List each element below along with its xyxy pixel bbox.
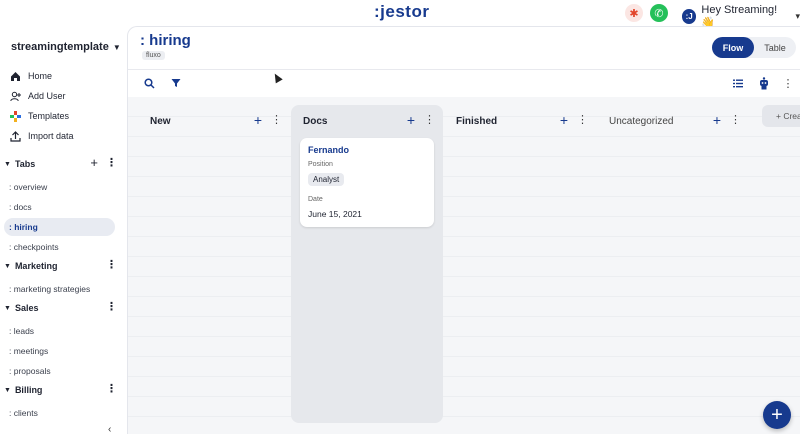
sidebar-item-checkpoints[interactable]: : checkpoints — [4, 238, 115, 256]
date-value: June 15, 2021 — [308, 209, 362, 219]
caret-down-icon: ▼ — [4, 262, 11, 270]
sidebar-item-meetings[interactable]: : meetings — [4, 342, 115, 360]
whatsapp-icon[interactable]: ✆ — [650, 4, 668, 22]
section-marketing[interactable]: ▼ Marketing ⋮ — [4, 258, 122, 274]
home-icon — [10, 71, 21, 82]
section-sales[interactable]: ▼ Sales ⋮ — [4, 300, 122, 316]
position-value: Analyst — [308, 173, 345, 186]
import-icon — [10, 130, 21, 142]
column-finished: Finished + ⋮ — [444, 105, 596, 423]
sidebar-item-marketing-strategies[interactable]: : marketing strategies — [4, 280, 115, 298]
page-title: : hiring — [140, 32, 191, 49]
collapse-sidebar-icon[interactable]: ‹ — [108, 424, 111, 434]
add-card-button[interactable]: + — [407, 113, 415, 127]
caret-down-icon: ▼ — [4, 386, 11, 394]
top-bar: :jestor ✱ ✆ :J Hey Streaming! 👋 ▾ — [0, 0, 800, 29]
sidebar-item-hiring[interactable]: : hiring — [4, 218, 115, 236]
chevron-down-icon: ▾ — [795, 11, 800, 21]
help-icon[interactable]: ✱ — [625, 4, 643, 22]
workspace-selector[interactable]: streamingtemplate ▼ — [11, 41, 121, 53]
view-toggle: Flow Table — [712, 37, 796, 58]
column-title: Finished — [456, 116, 498, 127]
column-options-icon[interactable]: ⋮ — [424, 113, 435, 127]
add-user-icon — [10, 91, 21, 102]
page-tag: fluxo — [142, 51, 165, 60]
list-view-icon[interactable] — [731, 76, 745, 90]
create-column-button[interactable]: + Crea — [762, 105, 800, 127]
add-card-button[interactable]: + — [713, 113, 721, 127]
sidebar-item-proposals[interactable]: : proposals — [4, 362, 115, 380]
sidebar: streamingtemplate ▼ Home Add User Templa… — [0, 26, 127, 434]
sidebar-item-add-user[interactable]: Add User — [10, 87, 66, 105]
section-billing[interactable]: ▼ Billing ⋮ — [4, 382, 122, 398]
column-docs: Docs + ⋮ Fernando Position Analyst Date … — [291, 105, 443, 423]
templates-icon — [10, 110, 21, 122]
sidebar-item-templates[interactable]: Templates — [10, 107, 69, 125]
sidebar-item-label: Templates — [28, 111, 70, 121]
add-record-fab[interactable]: + — [763, 401, 791, 429]
automation-robot-icon[interactable] — [757, 76, 771, 90]
chevron-down-icon: ▼ — [112, 42, 121, 52]
more-options-icon[interactable]: ⋮ — [106, 300, 117, 314]
search-icon[interactable] — [142, 76, 156, 90]
more-options-icon[interactable]: ⋮ — [781, 76, 795, 90]
column-title: Docs — [303, 116, 328, 127]
add-card-button[interactable]: + — [254, 113, 262, 127]
workspace-name: streamingtemplate — [11, 41, 109, 53]
column-options-icon[interactable]: ⋮ — [577, 113, 588, 127]
section-tabs[interactable]: ▼ Tabs + ⋮ — [4, 156, 122, 172]
sidebar-item-clients[interactable]: : clients — [4, 404, 115, 422]
main-panel: : hiring fluxo Flow Table ⋮ New + ⋮ Docs… — [127, 26, 800, 434]
view-flow-button[interactable]: Flow — [712, 37, 754, 58]
sidebar-item-import-data[interactable]: Import data — [10, 127, 74, 145]
column-title: New — [150, 116, 171, 127]
jestor-logo[interactable]: :jestor — [374, 2, 429, 22]
sidebar-item-leads[interactable]: : leads — [4, 322, 115, 340]
sidebar-item-home[interactable]: Home — [10, 67, 52, 85]
more-options-icon[interactable]: ⋮ — [106, 258, 117, 272]
avatar: :J — [682, 9, 697, 24]
section-label: Sales — [14, 303, 39, 313]
divider — [128, 69, 800, 70]
date-label: Date — [308, 196, 323, 203]
caret-down-icon: ▼ — [4, 304, 11, 312]
column-uncategorized: Uncategorized + ⋮ — [597, 105, 749, 423]
sidebar-item-label: Home — [28, 71, 53, 81]
position-label: Position — [308, 161, 333, 168]
more-options-icon[interactable]: ⋮ — [106, 156, 117, 170]
section-label: Tabs — [14, 159, 36, 169]
column-options-icon[interactable]: ⋮ — [271, 113, 282, 127]
column-new: New + ⋮ — [138, 105, 290, 423]
caret-down-icon: ▼ — [4, 160, 11, 168]
add-card-button[interactable]: + — [560, 113, 568, 127]
section-label: Billing — [14, 385, 43, 395]
kanban-board: New + ⋮ Docs + ⋮ Fernando Position Analy… — [128, 97, 800, 434]
card-title: Fernando — [308, 145, 350, 155]
section-label: Marketing — [14, 261, 58, 271]
sidebar-item-label: Import data — [28, 131, 74, 141]
record-card[interactable]: Fernando Position Analyst Date June 15, … — [300, 138, 434, 227]
more-options-icon[interactable]: ⋮ — [106, 382, 117, 396]
column-title: Uncategorized — [609, 116, 674, 127]
view-table-button[interactable]: Table — [754, 37, 796, 58]
sidebar-item-label: Add User — [28, 91, 66, 101]
add-tab-button[interactable]: + — [90, 156, 98, 170]
sidebar-item-docs[interactable]: : docs — [4, 198, 115, 216]
filter-icon[interactable] — [169, 76, 183, 90]
sidebar-item-overview[interactable]: : overview — [4, 178, 115, 196]
column-options-icon[interactable]: ⋮ — [730, 113, 741, 127]
